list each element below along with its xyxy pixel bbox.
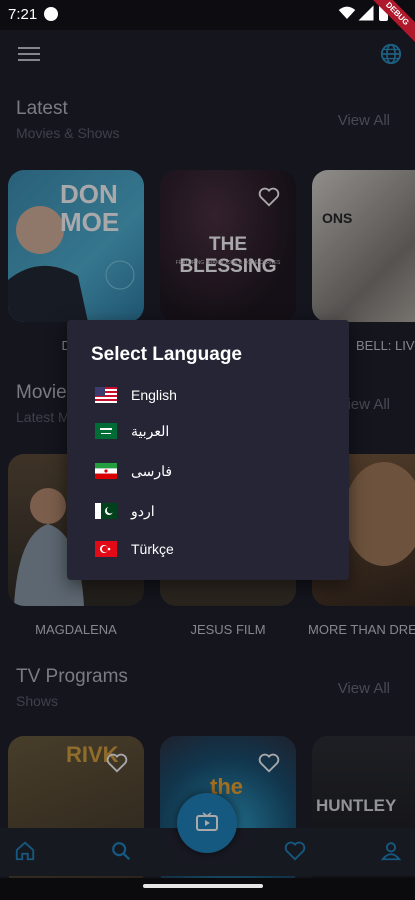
home-gesture-handle[interactable] bbox=[143, 884, 263, 888]
app-screen: Latest Movies & Shows View All DON MOE T… bbox=[0, 30, 415, 878]
language-name: فارسی bbox=[131, 463, 173, 479]
signal-icon bbox=[358, 5, 374, 21]
language-option-turkish[interactable]: Türkçe bbox=[95, 534, 325, 566]
gesture-bar bbox=[0, 878, 415, 900]
language-name: English bbox=[131, 387, 177, 403]
pakistan-flag-icon bbox=[95, 503, 117, 519]
language-option-farsi[interactable]: فارسی bbox=[95, 456, 325, 488]
saudi-flag-icon bbox=[95, 423, 117, 439]
us-flag-icon bbox=[95, 387, 117, 403]
language-option-english[interactable]: English bbox=[95, 380, 325, 412]
dialog-title: Select Language bbox=[91, 344, 242, 365]
turkey-flag-icon bbox=[95, 541, 117, 557]
status-time: 7:21 bbox=[8, 6, 38, 23]
settings-notification-icon bbox=[44, 7, 58, 21]
language-option-arabic[interactable]: العربية bbox=[95, 416, 325, 448]
language-option-urdu[interactable]: اردو bbox=[95, 496, 325, 528]
iran-flag-icon bbox=[95, 463, 117, 479]
wifi-icon bbox=[338, 6, 356, 19]
language-name: اردو bbox=[131, 503, 155, 519]
select-language-dialog: Select Language English العربية فارسی ار… bbox=[67, 320, 349, 580]
status-bar: 7:21 bbox=[0, 0, 415, 30]
language-name: Türkçe bbox=[131, 541, 174, 557]
language-name: العربية bbox=[131, 423, 170, 439]
